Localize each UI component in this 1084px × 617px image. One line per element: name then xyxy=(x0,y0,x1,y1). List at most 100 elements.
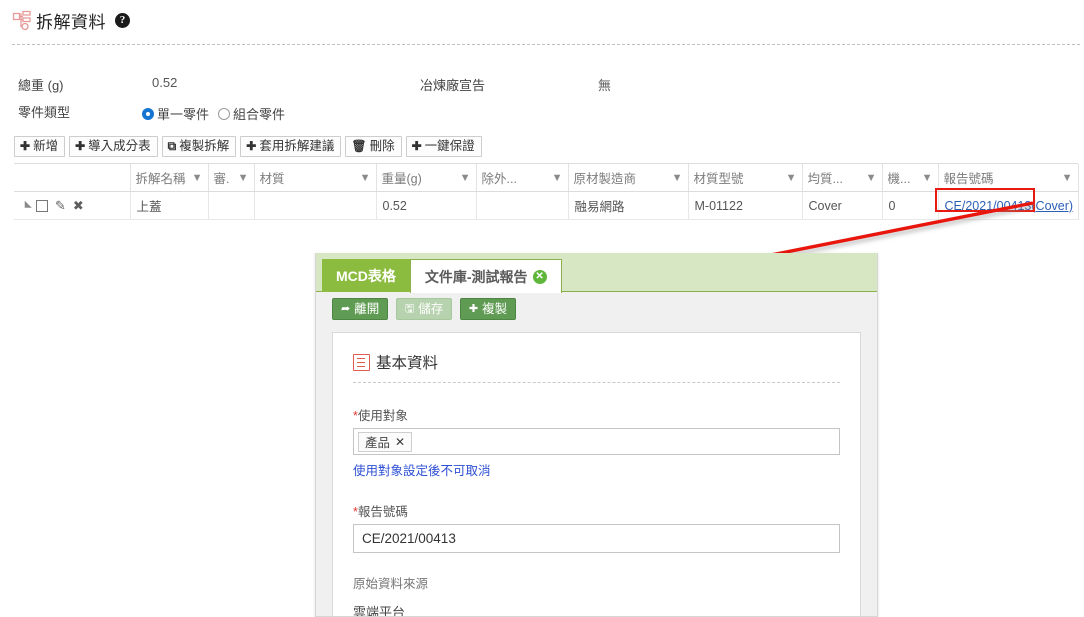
filter-icon[interactable]: ▼ xyxy=(552,172,563,184)
copy-disassembly-label: 複製拆解 xyxy=(179,138,230,153)
import-composition-label: 導入成分表 xyxy=(88,138,151,153)
filter-icon[interactable]: ▼ xyxy=(460,172,471,184)
summary-row-part-type: 零件類型 單一零件 組合零件 xyxy=(0,102,1084,129)
tab-document-library-label: 文件庫-測試報告 xyxy=(424,268,528,285)
plus-icon: ✚ xyxy=(75,139,86,153)
pencil-icon[interactable]: ✎ xyxy=(55,199,66,212)
panel-tabstrip: MCD表格 文件庫-測試報告 ✕ xyxy=(316,253,877,293)
tab-mcd-form[interactable]: MCD表格 xyxy=(322,259,410,292)
col-weight: 重量(g) ▼ xyxy=(376,164,477,192)
leave-button[interactable]: ➦ 離開 xyxy=(332,298,389,320)
x-icon[interactable]: ✖ xyxy=(73,199,84,212)
usage-target-chip-label: 產品 xyxy=(365,436,391,450)
collapse-triangle-icon[interactable] xyxy=(21,200,32,211)
row-tools-cell: ✎ ✖ xyxy=(14,191,131,220)
report-number-label-text: 報告號碼 xyxy=(357,505,408,519)
filter-icon[interactable]: ▼ xyxy=(238,172,249,184)
apply-suggestion-label: 套用拆解建議 xyxy=(259,138,335,153)
col-review-label: 審. xyxy=(213,172,230,186)
exit-icon: ➦ xyxy=(341,302,351,315)
filter-icon[interactable]: ▼ xyxy=(866,172,877,184)
document-library-panel: MCD表格 文件庫-測試報告 ✕ ➦ 離開 🖫 儲存 ✚ 複製 基本資料 *使用對象 … xyxy=(315,253,878,617)
field-usage-target: *使用對象 產品 ✕ 使用對象設定後不可取消 xyxy=(353,405,840,479)
apply-suggestion-button[interactable]: ✚ 套用拆解建議 xyxy=(240,136,342,157)
col-material: 材質 ▼ xyxy=(254,164,377,192)
col-exclude: 除外... ▼ xyxy=(476,164,569,192)
col-homogeneous: 均質... ▼ xyxy=(802,164,883,192)
section-header: 基本資料 xyxy=(353,351,840,373)
list-icon xyxy=(353,353,370,371)
report-number-label: *報告號碼 xyxy=(353,501,840,520)
panel-body: 基本資料 *使用對象 產品 ✕ 使用對象設定後不可取消 *報告號碼 原始資料來源… xyxy=(332,332,861,616)
report-number-suffix-link[interactable]: (Cover) xyxy=(1031,199,1073,213)
add-button-label: 新增 xyxy=(33,138,59,153)
panel-toolbar: ➦ 離開 🖫 儲存 ✚ 複製 xyxy=(316,292,877,328)
delete-button[interactable]: 🗑 刪除 xyxy=(345,136,402,157)
col-model: 材質型號 ▼ xyxy=(688,164,803,192)
section-title: 基本資料 xyxy=(376,355,439,372)
page-root: 拆解資料 ? 總重 (g) 0.52 冶煉廠宣告 無 零件類型 單一零件 組合零… xyxy=(0,0,1084,617)
tab-document-library-test-report[interactable]: 文件庫-測試報告 ✕ xyxy=(409,259,562,293)
smelter-declaration-label: 冶煉廠宣告 xyxy=(420,78,486,93)
cell-report-no: CE/2021/00413(Cover) xyxy=(938,191,1079,220)
trash-icon: 🗑 xyxy=(351,139,367,153)
page-header: 拆解資料 ? xyxy=(0,0,1084,46)
tab-mcd-form-label: MCD表格 xyxy=(336,267,396,284)
col-maker: 原材製造商 ▼ xyxy=(568,164,689,192)
copy-button[interactable]: ✚ 複製 xyxy=(459,298,517,320)
save-button[interactable]: 🖫 儲存 xyxy=(395,298,453,320)
x-icon[interactable]: ✕ xyxy=(395,435,405,449)
report-number-input[interactable] xyxy=(353,524,840,553)
radio-composite-part[interactable]: 組合零件 xyxy=(218,104,285,123)
leave-button-label: 離開 xyxy=(354,301,380,316)
filter-icon[interactable]: ▼ xyxy=(1062,172,1073,184)
usage-target-chip: 產品 ✕ xyxy=(358,431,413,452)
usage-target-label: *使用對象 xyxy=(353,405,840,424)
grid-header-row: 拆解名稱 ▼ 審. ▼ 材質 ▼ 重量(g) ▼ 除外... ▼ 原材製造商 ▼ 材質型號 ▼… xyxy=(14,164,1079,192)
one-click-guarantee-button[interactable]: ✚ 一鍵保證 xyxy=(405,136,482,157)
radio-dot-selected[interactable] xyxy=(142,107,154,120)
hierarchy-icon xyxy=(12,10,32,32)
copy-icon: ⧉ xyxy=(167,139,177,153)
col-machine-label: 機... xyxy=(887,172,911,186)
col-report-no: 報告號碼 ▼ xyxy=(938,164,1079,192)
copy-disassembly-button[interactable]: ⧉ 複製拆解 xyxy=(161,136,237,157)
usage-target-hint: 使用對象設定後不可取消 xyxy=(353,464,491,478)
cell-exclude xyxy=(476,191,569,220)
cell-name: 上蓋 xyxy=(130,191,209,220)
plus-icon: ✚ xyxy=(20,139,31,153)
table-row: ✎ ✖ 上蓋 0.52 融易網路 M-01122 Cover 0 CE/2021… xyxy=(14,191,1079,220)
import-composition-button[interactable]: ✚ 導入成分表 xyxy=(69,136,158,157)
col-report-no-label: 報告號碼 xyxy=(943,172,994,186)
filter-icon[interactable]: ▼ xyxy=(360,172,371,184)
page-title: 拆解資料 xyxy=(36,13,106,32)
filter-icon[interactable]: ▼ xyxy=(672,172,683,184)
add-button[interactable]: ✚ 新增 xyxy=(14,136,66,157)
report-number-link[interactable]: CE/2021/00413 xyxy=(945,199,1032,213)
filter-icon[interactable]: ▼ xyxy=(786,172,797,184)
filter-icon[interactable]: ▼ xyxy=(192,172,203,184)
usage-target-input[interactable]: 產品 ✕ xyxy=(353,428,840,455)
summary-section: 總重 (g) 0.52 冶煉廠宣告 無 零件類型 單一零件 組合零件 xyxy=(0,75,1084,129)
radio-single-part[interactable]: 單一零件 xyxy=(142,104,209,123)
close-circle-icon[interactable]: ✕ xyxy=(532,269,547,284)
help-icon[interactable]: ? xyxy=(115,13,130,28)
part-type-radio-group[interactable]: 單一零件 組合零件 xyxy=(142,104,291,123)
cell-review xyxy=(208,191,255,220)
row-checkbox[interactable] xyxy=(36,199,48,212)
col-maker-label: 原材製造商 xyxy=(573,172,637,186)
cell-weight: 0.52 xyxy=(376,191,477,220)
total-weight-value: 0.52 xyxy=(152,75,178,90)
save-button-label: 儲存 xyxy=(418,301,444,316)
plus-icon: ✚ xyxy=(246,139,257,153)
filter-icon[interactable]: ▼ xyxy=(922,172,933,184)
total-weight-label: 總重 (g) xyxy=(18,78,64,93)
cell-homogeneous: Cover xyxy=(802,191,883,220)
plus-icon: ✚ xyxy=(411,139,422,153)
col-homogeneous-label: 均質... xyxy=(807,172,843,186)
radio-dot-unselected[interactable] xyxy=(218,107,231,120)
field-report-number: *報告號碼 xyxy=(353,501,840,553)
cell-material xyxy=(254,191,377,220)
smelter-declaration-value: 無 xyxy=(598,78,612,93)
usage-target-label-text: 使用對象 xyxy=(357,409,408,423)
